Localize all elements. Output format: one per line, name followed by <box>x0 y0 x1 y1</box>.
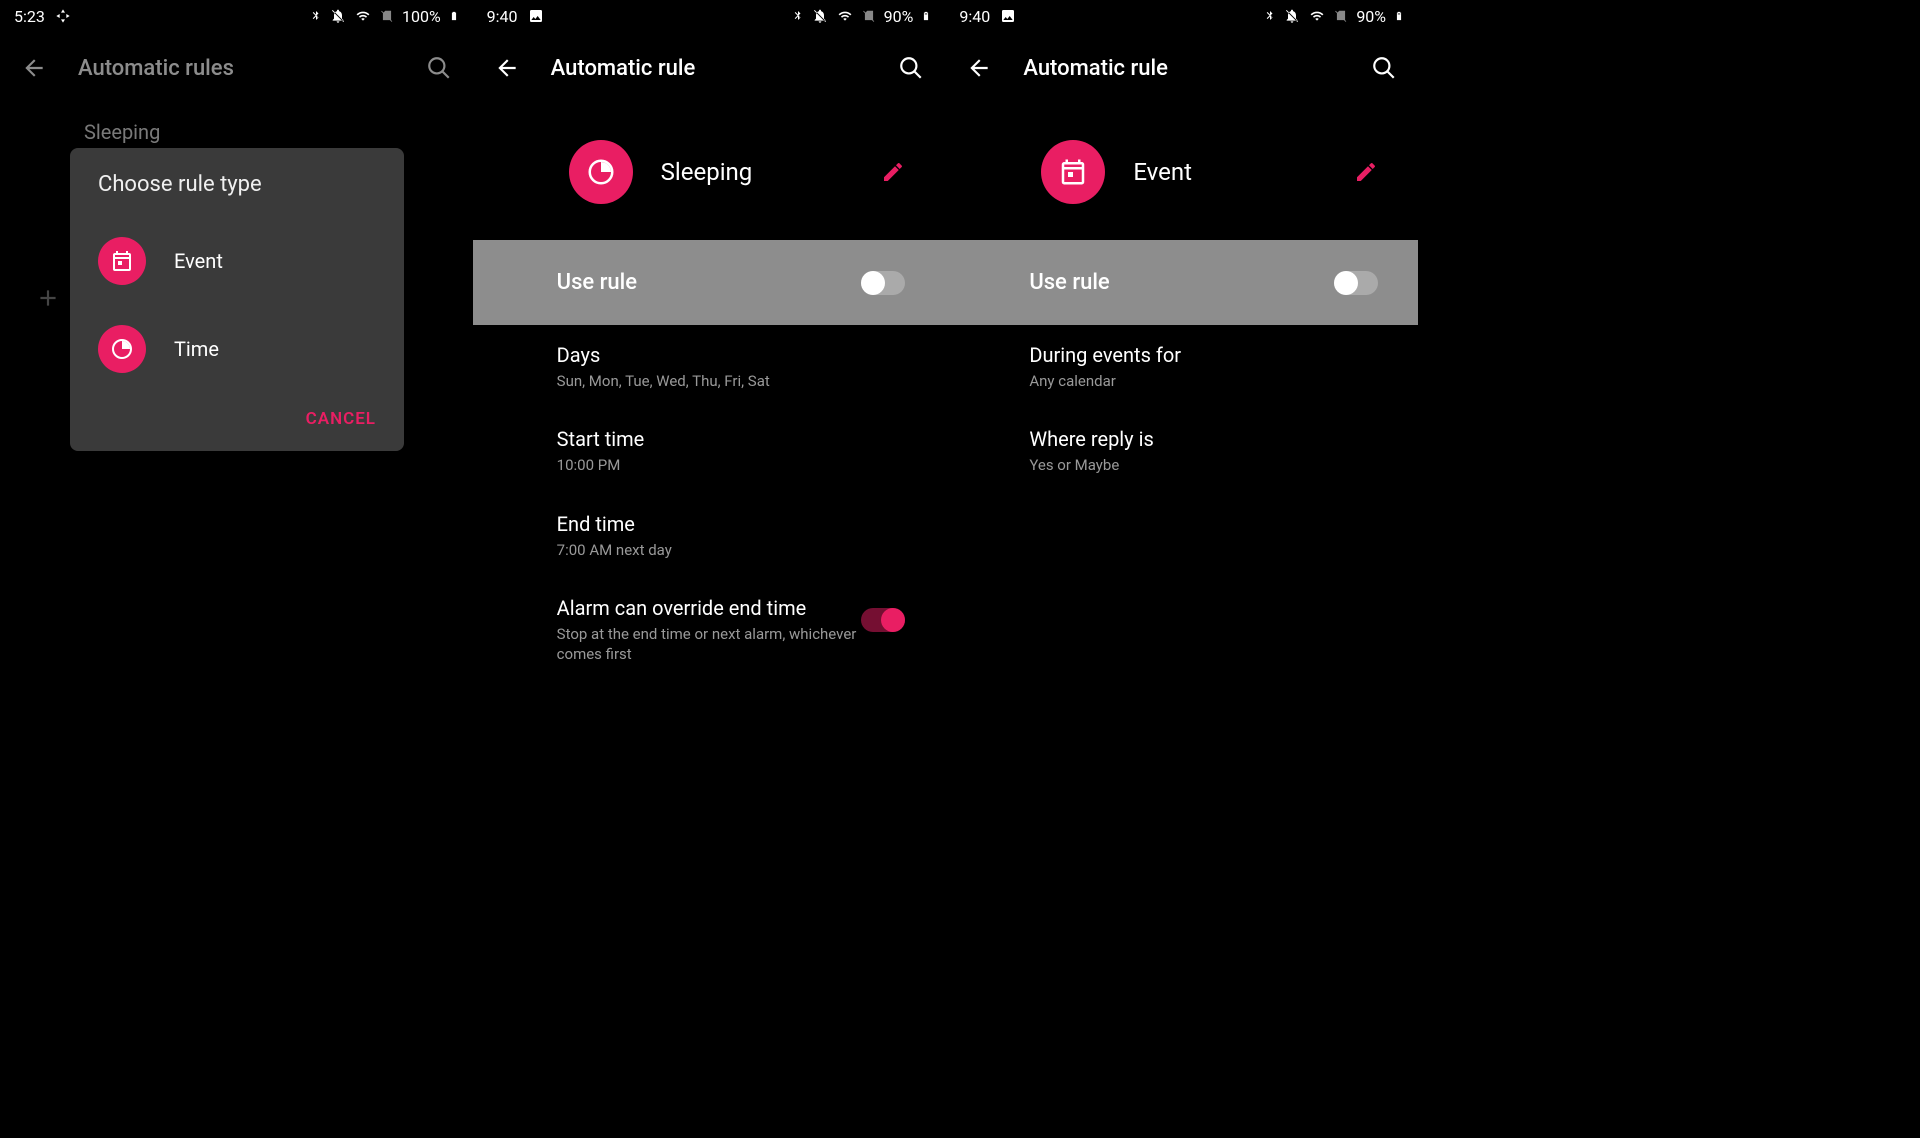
cancel-button[interactable]: CANCEL <box>306 409 376 429</box>
option-label: Time <box>174 337 219 361</box>
battery-icon <box>921 8 931 24</box>
rule-name: Event <box>1133 158 1326 186</box>
setting-title: During events for <box>1029 343 1378 367</box>
battery-icon <box>1394 8 1404 24</box>
status-bar: 9:40 90% <box>473 0 946 32</box>
back-button[interactable] <box>959 48 999 88</box>
setting-sub: Stop at the end time or next alarm, whic… <box>557 624 857 665</box>
screen-rule-event: 9:40 90% Automatic rule Event Use ru <box>945 0 1418 812</box>
back-button[interactable] <box>487 48 527 88</box>
setting-sub: 7:00 AM next day <box>557 540 857 560</box>
time-icon <box>569 140 633 204</box>
photos-icon <box>55 8 71 24</box>
setting-title: Where reply is <box>1029 427 1378 451</box>
bluetooth-icon <box>1264 8 1276 24</box>
battery-percent: 90% <box>884 7 914 26</box>
setting-end-time[interactable]: End time 7:00 AM next day <box>473 494 946 578</box>
dialog-option-event[interactable]: Event <box>70 217 404 305</box>
battery-percent: 90% <box>1356 7 1386 26</box>
app-bar: Automatic rules <box>0 32 473 104</box>
setting-where-reply[interactable]: Where reply is Yes or Maybe <box>945 409 1418 493</box>
search-button[interactable] <box>419 48 459 88</box>
use-rule-label: Use rule <box>557 270 862 295</box>
rule-name: Sleeping <box>661 158 854 186</box>
time-icon <box>98 325 146 373</box>
bluetooth-icon <box>310 8 322 24</box>
no-sim-icon <box>862 8 876 24</box>
screenshot-icon <box>528 8 544 24</box>
use-rule-toggle[interactable] <box>861 271 905 295</box>
alarm-override-toggle[interactable] <box>861 608 905 632</box>
wifi-icon <box>1308 9 1326 23</box>
rule-header: Sleeping <box>473 104 946 240</box>
dialog-option-time[interactable]: Time <box>70 305 404 393</box>
app-bar: Automatic rule <box>945 32 1418 104</box>
back-button[interactable] <box>14 48 54 88</box>
wifi-icon <box>836 9 854 23</box>
rule-title: Sleeping <box>84 120 389 144</box>
search-button[interactable] <box>1364 48 1404 88</box>
setting-sub: Sun, Mon, Tue, Wed, Thu, Fri, Sat <box>557 371 857 391</box>
edit-button[interactable] <box>1354 160 1378 184</box>
setting-sub: 10:00 PM <box>557 455 857 475</box>
screen-rule-sleeping: 9:40 90% Automatic rule Sleeping Use <box>473 0 946 812</box>
use-rule-row[interactable]: Use rule <box>473 240 946 325</box>
rule-header: Event <box>945 104 1418 240</box>
status-time: 9:40 <box>487 7 518 26</box>
status-time: 9:40 <box>959 7 990 26</box>
notification-off-icon <box>330 8 346 24</box>
no-sim-icon <box>1334 8 1348 24</box>
setting-sub: Yes or Maybe <box>1029 455 1329 475</box>
no-sim-icon <box>380 8 394 24</box>
wifi-icon <box>354 9 372 23</box>
page-title: Automatic rule <box>1023 56 1340 81</box>
setting-title: Days <box>557 343 906 367</box>
notification-off-icon <box>812 8 828 24</box>
add-rule-button[interactable] <box>32 282 64 314</box>
option-label: Event <box>174 249 223 273</box>
setting-title: End time <box>557 512 906 536</box>
notification-off-icon <box>1284 8 1300 24</box>
battery-percent: 100% <box>402 7 441 26</box>
use-rule-row[interactable]: Use rule <box>945 240 1418 325</box>
page-title: Automatic rule <box>551 56 868 81</box>
app-bar: Automatic rule <box>473 32 946 104</box>
choose-rule-dialog: Choose rule type Event Time CANCEL <box>70 148 404 451</box>
setting-during-events[interactable]: During events for Any calendar <box>945 325 1418 409</box>
search-button[interactable] <box>891 48 931 88</box>
status-time: 5:23 <box>14 7 45 26</box>
calendar-icon <box>1041 140 1105 204</box>
use-rule-label: Use rule <box>1029 270 1334 295</box>
setting-alarm-override[interactable]: Alarm can override end time Stop at the … <box>473 578 946 683</box>
setting-title: Alarm can override end time <box>557 596 862 620</box>
setting-sub: Any calendar <box>1029 371 1329 391</box>
page-title: Automatic rules <box>78 56 395 81</box>
screenshot-icon <box>1000 8 1016 24</box>
dialog-title: Choose rule type <box>70 172 404 217</box>
status-bar: 5:23 100% <box>0 0 473 32</box>
screen-automatic-rules: 5:23 100% Automatic rules Sleeping Off <box>0 0 473 812</box>
status-bar: 9:40 90% <box>945 0 1418 32</box>
setting-title: Start time <box>557 427 906 451</box>
setting-days[interactable]: Days Sun, Mon, Tue, Wed, Thu, Fri, Sat <box>473 325 946 409</box>
setting-start-time[interactable]: Start time 10:00 PM <box>473 409 946 493</box>
use-rule-toggle[interactable] <box>1334 271 1378 295</box>
battery-icon <box>449 8 459 24</box>
edit-button[interactable] <box>881 160 905 184</box>
calendar-icon <box>98 237 146 285</box>
bluetooth-icon <box>792 8 804 24</box>
